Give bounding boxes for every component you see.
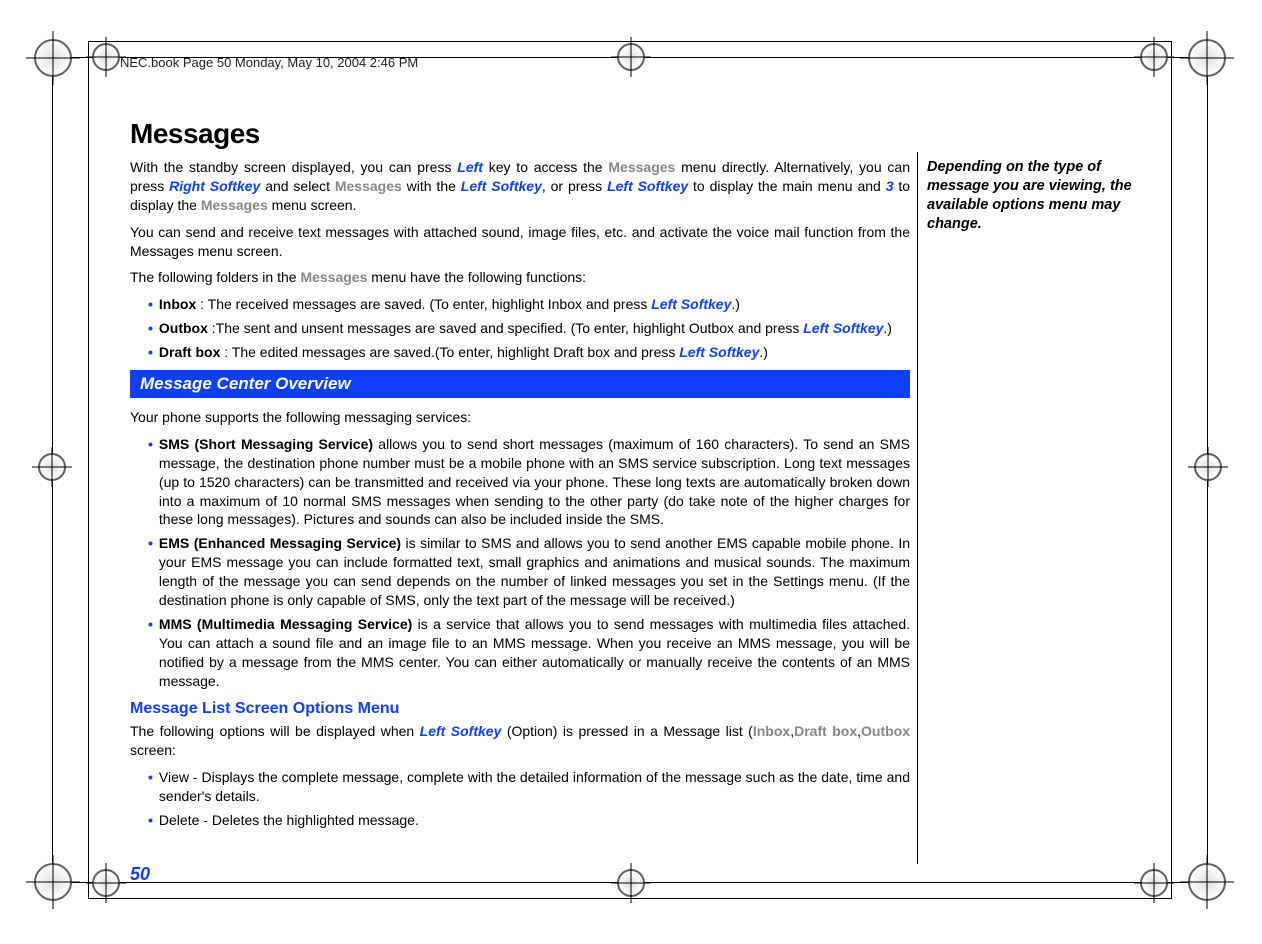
body-paragraph: The following folders in the Messages me… — [130, 268, 910, 287]
list-item: • View - Displays the complete message, … — [148, 768, 910, 806]
key-left-softkey: Left Softkey — [803, 320, 883, 336]
list-text: MMS (Multimedia Messaging Service) is a … — [159, 615, 910, 691]
list-item: • MMS (Multimedia Messaging Service) is … — [148, 615, 910, 691]
registration-mark-icon — [34, 39, 72, 77]
key-left-softkey: Left Softkey — [651, 296, 731, 312]
list-item: • EMS (Enhanced Messaging Service) is si… — [148, 534, 910, 610]
ui-messages: Messages — [335, 178, 402, 194]
section-heading-bar: Message Center Overview — [130, 370, 910, 398]
list-text: Delete - Deletes the highlighted message… — [159, 811, 910, 830]
print-header: NEC.book Page 50 Monday, May 10, 2004 2:… — [120, 55, 418, 70]
bullet-icon: • — [148, 295, 153, 314]
text: The following folders in the — [130, 269, 300, 285]
text: .) — [731, 296, 740, 312]
key-left-softkey: Left Softkey — [461, 178, 542, 194]
bullet-icon: • — [148, 534, 153, 610]
ui-inbox: Inbox — [753, 723, 790, 739]
list-item: • Draft box : The edited messages are sa… — [148, 343, 910, 362]
list-item: • Delete - Deletes the highlighted messa… — [148, 811, 910, 830]
page-title: Messages — [130, 118, 910, 150]
text: menu have the following functions: — [367, 269, 586, 285]
ui-messages: Messages — [608, 159, 675, 175]
text: screen: — [130, 742, 176, 758]
body-paragraph: The following options will be displayed … — [130, 722, 910, 760]
registration-mark-icon — [1194, 453, 1222, 481]
text: menu screen. — [268, 197, 357, 213]
text: :The sent and unsent messages are saved … — [208, 320, 803, 336]
print-mark-rail — [1207, 60, 1208, 880]
side-note: Depending on the type of message you are… — [927, 158, 1147, 233]
text: (Option) is pressed in a Message list ( — [501, 723, 753, 739]
service-mms: MMS (Multimedia Messaging Service) — [159, 616, 412, 632]
key-left-softkey: Left Softkey — [679, 344, 759, 360]
main-content: Messages With the standby screen display… — [130, 118, 910, 835]
list-item: • Outbox :The sent and unsent messages a… — [148, 319, 910, 338]
ui-outbox: Outbox — [861, 723, 910, 739]
ui-messages: Messages — [300, 269, 367, 285]
bullet-icon: • — [148, 435, 153, 529]
text: and select — [260, 178, 335, 194]
service-sms: SMS (Short Messaging Service) — [159, 436, 373, 452]
list-text: Inbox : The received messages are saved.… — [159, 295, 910, 314]
text: key to access the — [483, 159, 608, 175]
text: with the — [402, 178, 461, 194]
text: With the standby screen displayed, you c… — [130, 159, 457, 175]
key-right-softkey: Right Softkey — [169, 178, 260, 194]
text: The following options will be displayed … — [130, 723, 420, 739]
key-left: Left — [457, 159, 483, 175]
list-text: SMS (Short Messaging Service) allows you… — [159, 435, 910, 529]
page-number: 50 — [130, 864, 150, 885]
bullet-icon: • — [148, 343, 153, 362]
list-text: View - Displays the complete message, co… — [159, 768, 910, 806]
bullet-icon: • — [148, 615, 153, 691]
key-left-softkey: Left Softkey — [420, 723, 502, 739]
list-item: • Inbox : The received messages are save… — [148, 295, 910, 314]
print-mark-rail — [52, 60, 53, 880]
bullet-icon: • — [148, 811, 153, 830]
text: to display the main menu and — [688, 178, 886, 194]
bullet-icon: • — [148, 319, 153, 338]
key-left-softkey: Left Softkey — [607, 178, 688, 194]
intro-paragraph: With the standby screen displayed, you c… — [130, 158, 910, 215]
column-divider — [917, 152, 918, 864]
folder-inbox: Inbox — [159, 296, 196, 312]
text: : The edited messages are saved.(To ente… — [220, 344, 679, 360]
folder-draft: Draft box — [159, 344, 220, 360]
service-ems: EMS (Enhanced Messaging Service) — [159, 535, 401, 551]
body-paragraph: Your phone supports the following messag… — [130, 408, 910, 427]
text: .) — [759, 344, 768, 360]
ui-messages: Messages — [201, 197, 268, 213]
text: , or press — [542, 178, 607, 194]
body-paragraph: You can send and receive text messages w… — [130, 223, 910, 261]
list-item: • SMS (Short Messaging Service) allows y… — [148, 435, 910, 529]
list-text: Outbox :The sent and unsent messages are… — [159, 319, 910, 338]
sub-heading: Message List Screen Options Menu — [130, 700, 910, 718]
ui-draft-box: Draft box — [794, 723, 857, 739]
list-text: EMS (Enhanced Messaging Service) is simi… — [159, 534, 910, 610]
text: : The received messages are saved. (To e… — [196, 296, 651, 312]
text: .) — [883, 320, 892, 336]
folder-outbox: Outbox — [159, 320, 208, 336]
bullet-icon: • — [148, 768, 153, 806]
list-text: Draft box : The edited messages are save… — [159, 343, 910, 362]
